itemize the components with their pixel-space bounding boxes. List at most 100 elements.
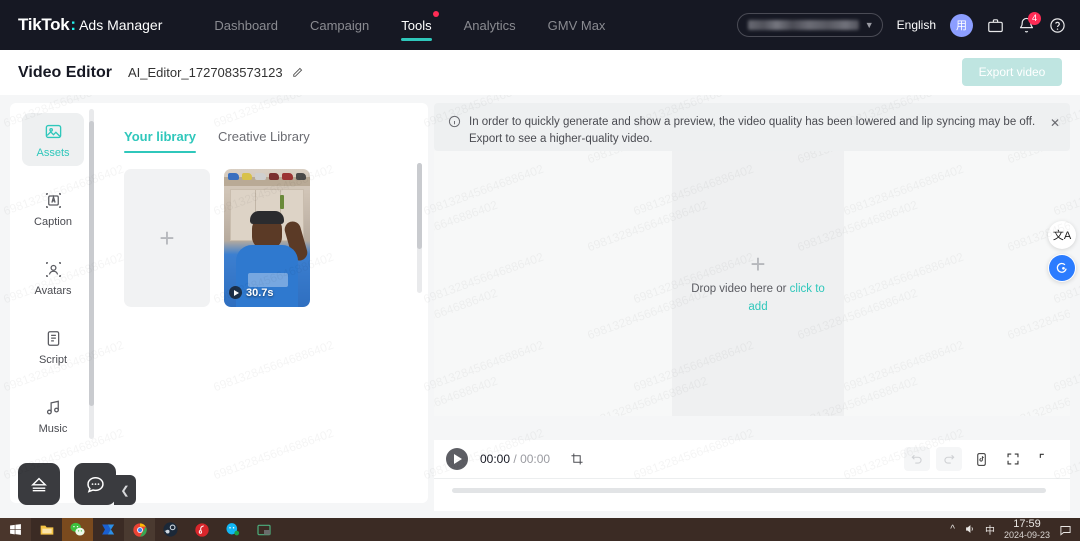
chrome[interactable] — [124, 518, 155, 541]
nav-item-analytics[interactable]: Analytics — [464, 0, 516, 50]
briefcase-icon[interactable] — [987, 17, 1004, 34]
crop-icon[interactable] — [570, 452, 584, 466]
language-selector[interactable]: English — [897, 18, 936, 32]
screenshot-tool[interactable] — [248, 518, 279, 541]
image-icon — [22, 122, 84, 141]
left-panel: Assets Caption Avatars Script Music Your… — [10, 103, 428, 503]
undo-icon[interactable] — [904, 447, 930, 471]
sidebar-label-script: Script — [38, 354, 68, 366]
volume-icon[interactable] — [964, 523, 976, 535]
qq[interactable] — [217, 518, 248, 541]
netease-music[interactable] — [186, 518, 217, 541]
player-control-bar: 00:00 / 00:00 — [434, 440, 1070, 478]
new-badge-dot-icon — [432, 11, 439, 17]
thumb-shoe — [255, 173, 266, 180]
tab-your-library[interactable]: Your library — [124, 129, 197, 153]
avatar-label: 用 — [956, 20, 967, 32]
sidebar-item-assets[interactable]: Assets — [22, 113, 84, 166]
player-right-controls — [904, 447, 1058, 471]
eject-upload-icon[interactable] — [18, 463, 60, 505]
thumb-shoe — [295, 173, 306, 180]
nav-item-dashboard[interactable]: Dashboard — [214, 0, 278, 50]
blue-app[interactable] — [93, 518, 124, 541]
sidebar-item-avatars[interactable]: Avatars — [22, 251, 84, 304]
bell-icon[interactable]: 4 — [1018, 11, 1041, 34]
asset-thumbnail-item[interactable]: 30.7s — [224, 169, 310, 307]
dropzone-prefix: Drop video here or — [691, 283, 790, 296]
start-button[interactable] — [0, 518, 31, 541]
thumb-shoe — [282, 173, 293, 180]
translate-glyph: 文A — [1052, 230, 1072, 242]
brand-tiktok: TikTok — [18, 15, 70, 34]
library-scrollbar[interactable] — [417, 163, 422, 293]
user-avatar[interactable]: 用 — [950, 13, 973, 37]
top-navigation-bar: TikTok : Ads Manager Dashboard Campaign … — [0, 0, 1080, 50]
wechat[interactable] — [62, 518, 93, 541]
video-dropzone[interactable]: + Drop video here or click to add — [672, 151, 844, 416]
redo-icon[interactable] — [936, 447, 962, 471]
asset-grid: + 30.7s — [104, 153, 428, 307]
preview-quality-banner: In order to quickly generate and show a … — [434, 103, 1070, 151]
script-document-icon — [22, 329, 84, 348]
sidebar-item-caption[interactable]: Caption — [22, 182, 84, 235]
thumb-shoe — [228, 173, 239, 180]
sidebar-item-script[interactable]: Script — [22, 320, 84, 373]
player-timecode: 00:00 / 00:00 — [480, 452, 550, 466]
expand-icon[interactable] — [1032, 447, 1058, 471]
chat-bubble-icon[interactable] — [74, 463, 116, 505]
brand-ads-manager: Ads Manager — [79, 17, 163, 33]
plus-icon: + — [159, 223, 175, 253]
upload-asset-tile[interactable]: + — [124, 169, 210, 307]
current-time: 00:00 — [480, 452, 511, 466]
play-icon — [229, 286, 242, 299]
translate-icon[interactable]: 文A — [1048, 221, 1076, 249]
nav-item-gmv-max[interactable]: GMV Max — [548, 0, 606, 50]
page-header: Video Editor AI_Editor_1727083573123 Exp… — [0, 50, 1080, 95]
info-circle-icon — [448, 115, 461, 128]
action-center-icon[interactable] — [1059, 523, 1072, 536]
tab-creative-library[interactable]: Creative Library — [218, 129, 310, 153]
thumb-shoes — [228, 173, 306, 182]
library-tabs: Your library Creative Library — [104, 103, 428, 153]
chevron-down-icon: ▼ — [864, 20, 874, 30]
play-button[interactable] — [446, 448, 468, 470]
asset-duration-group: 30.7s — [229, 286, 274, 299]
taskbar-clock[interactable]: 17:59 2024-09-23 — [1004, 518, 1050, 540]
caption-icon — [22, 191, 84, 210]
thumb-shirt-print — [248, 273, 288, 287]
video-canvas: + Drop video here or click to add 698132… — [434, 151, 1070, 416]
timeline-horizontal-scrollbar[interactable] — [452, 488, 1046, 493]
fullscreen-icon[interactable] — [1000, 447, 1026, 471]
tiktok-preview-icon[interactable] — [968, 447, 994, 471]
chevron-left-icon[interactable]: ❮ — [114, 475, 136, 505]
sidebar-scrollbar[interactable] — [89, 109, 94, 439]
steam[interactable] — [155, 518, 186, 541]
ime-indicator[interactable]: 中 — [985, 522, 995, 537]
canvas-frame-left — [434, 151, 672, 416]
total-time: 00:00 — [520, 452, 551, 466]
asset-library: Your library Creative Library + 30.7s — [104, 103, 428, 503]
plus-icon: + — [750, 249, 766, 280]
canvas-frame-right — [844, 151, 1070, 416]
account-selector[interactable]: ▼ — [736, 13, 883, 37]
nav-item-tools[interactable]: Tools — [401, 0, 439, 50]
sidebar-item-music[interactable]: Music — [22, 389, 84, 442]
sidebar-label-music: Music — [38, 423, 68, 435]
file-explorer[interactable] — [31, 518, 62, 541]
main-nav-items: Dashboard Campaign Tools Analytics GMV M… — [214, 0, 637, 50]
brand-logo[interactable]: TikTok : Ads Manager — [18, 15, 162, 35]
tray-chevron-up-icon[interactable]: ^ — [950, 524, 955, 535]
notification-count-badge: 4 — [1028, 11, 1041, 25]
avatar-face-icon — [22, 260, 84, 279]
assistant-icon[interactable] — [1048, 254, 1076, 282]
export-video-button[interactable]: Export video — [962, 58, 1062, 86]
thumb-shoe — [241, 173, 252, 180]
question-circle-icon[interactable] — [1049, 17, 1066, 34]
nav-item-campaign[interactable]: Campaign — [310, 0, 369, 50]
close-icon[interactable]: ✕ — [1050, 116, 1060, 130]
pencil-icon[interactable] — [291, 66, 304, 79]
nav-label-tools: Tools — [401, 17, 432, 33]
tab-label-your-library: Your library — [124, 129, 197, 144]
thumb-bottle — [280, 195, 284, 209]
account-name-redacted — [747, 20, 859, 30]
